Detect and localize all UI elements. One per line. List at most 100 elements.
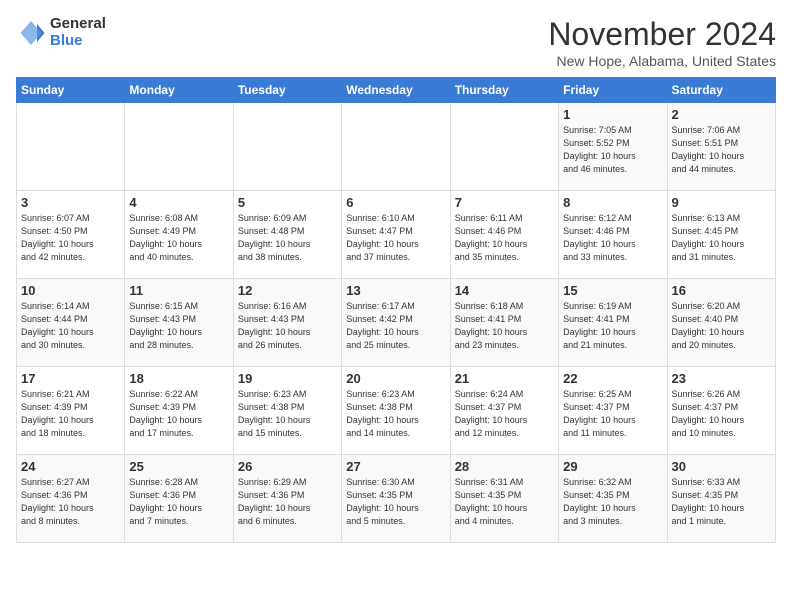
day-info: Sunrise: 6:20 AM Sunset: 4:40 PM Dayligh…: [672, 300, 771, 352]
calendar-day: 9 Sunrise: 6:13 AM Sunset: 4:45 PM Daylig…: [667, 191, 775, 279]
calendar-day: 18 Sunrise: 6:22 AM Sunset: 4:39 PM Dayli…: [125, 367, 233, 455]
title-block: November 2024 New Hope, Alabama, United …: [548, 16, 776, 69]
day-info: Sunrise: 6:22 AM Sunset: 4:39 PM Dayligh…: [129, 388, 228, 440]
day-number: 20: [346, 371, 445, 386]
day-info: Sunrise: 6:23 AM Sunset: 4:38 PM Dayligh…: [238, 388, 337, 440]
calendar-header: SundayMondayTuesdayWednesdayThursdayFrid…: [17, 78, 776, 103]
day-number: 13: [346, 283, 445, 298]
calendar-day: 24Sunrise: 6:27 AM Sunset: 4:36 PM Dayli…: [17, 455, 125, 543]
day-info: Sunrise: 6:23 AM Sunset: 4:38 PM Dayligh…: [346, 388, 445, 440]
day-number: 5: [238, 195, 337, 210]
day-number: 15: [563, 283, 662, 298]
calendar-day: 6 Sunrise: 6:10 AM Sunset: 4:47 PM Daylig…: [342, 191, 450, 279]
logo: General Blue: [16, 16, 106, 49]
day-number: 7: [455, 195, 554, 210]
day-info: Sunrise: 6:27 AM Sunset: 4:36 PM Dayligh…: [21, 476, 120, 528]
day-info: Sunrise: 6:07 AM Sunset: 4:50 PM Dayligh…: [21, 212, 120, 264]
day-number: 3: [21, 195, 120, 210]
day-info: Sunrise: 6:12 AM Sunset: 4:46 PM Dayligh…: [563, 212, 662, 264]
header-cell: Thursday: [450, 78, 558, 103]
day-number: 18: [129, 371, 228, 386]
calendar-day: 17 Sunrise: 6:21 AM Sunset: 4:39 PM Dayli…: [17, 367, 125, 455]
calendar-day: 5 Sunrise: 6:09 AM Sunset: 4:48 PM Daylig…: [233, 191, 341, 279]
calendar-day: 26Sunrise: 6:29 AM Sunset: 4:36 PM Dayli…: [233, 455, 341, 543]
day-number: 9: [672, 195, 771, 210]
day-info: Sunrise: 6:14 AM Sunset: 4:44 PM Dayligh…: [21, 300, 120, 352]
day-number: 1: [563, 107, 662, 122]
day-info: Sunrise: 6:11 AM Sunset: 4:46 PM Dayligh…: [455, 212, 554, 264]
day-info: Sunrise: 6:09 AM Sunset: 4:48 PM Dayligh…: [238, 212, 337, 264]
day-info: Sunrise: 6:26 AM Sunset: 4:37 PM Dayligh…: [672, 388, 771, 440]
location: New Hope, Alabama, United States: [548, 53, 776, 69]
calendar-day: 25 Sunrise: 6:28 AM Sunset: 4:36 PM Dayli…: [125, 455, 233, 543]
day-number: 14: [455, 283, 554, 298]
header-row: SundayMondayTuesdayWednesdayThursdayFrid…: [17, 78, 776, 103]
calendar-day: 28Sunrise: 6:31 AM Sunset: 4:35 PM Dayli…: [450, 455, 558, 543]
day-number: 12: [238, 283, 337, 298]
calendar-day: 14 Sunrise: 6:18 AM Sunset: 4:41 PM Dayli…: [450, 279, 558, 367]
day-number: 4: [129, 195, 228, 210]
logo-text: General Blue: [50, 16, 106, 49]
calendar-day: 21Sunrise: 6:24 AM Sunset: 4:37 PM Dayli…: [450, 367, 558, 455]
day-number: 23: [672, 371, 771, 386]
calendar-week: 17 Sunrise: 6:21 AM Sunset: 4:39 PM Dayli…: [17, 367, 776, 455]
day-number: 17: [21, 371, 120, 386]
calendar-week: 10 Sunrise: 6:14 AM Sunset: 4:44 PM Dayli…: [17, 279, 776, 367]
day-number: 2: [672, 107, 771, 122]
day-info: Sunrise: 6:32 AM Sunset: 4:35 PM Dayligh…: [563, 476, 662, 528]
day-number: 29: [563, 459, 662, 474]
page-header: General Blue November 2024 New Hope, Ala…: [16, 16, 776, 69]
day-info: Sunrise: 6:16 AM Sunset: 4:43 PM Dayligh…: [238, 300, 337, 352]
day-number: 21: [455, 371, 554, 386]
header-cell: Saturday: [667, 78, 775, 103]
day-number: 19: [238, 371, 337, 386]
day-info: Sunrise: 6:31 AM Sunset: 4:35 PM Dayligh…: [455, 476, 554, 528]
calendar-day: 3 Sunrise: 6:07 AM Sunset: 4:50 PM Daylig…: [17, 191, 125, 279]
calendar-day: 13 Sunrise: 6:17 AM Sunset: 4:42 PM Dayli…: [342, 279, 450, 367]
calendar-table: SundayMondayTuesdayWednesdayThursdayFrid…: [16, 77, 776, 543]
calendar-day: [125, 103, 233, 191]
day-number: 27: [346, 459, 445, 474]
day-info: Sunrise: 6:19 AM Sunset: 4:41 PM Dayligh…: [563, 300, 662, 352]
calendar-day: 8Sunrise: 6:12 AM Sunset: 4:46 PM Daylig…: [559, 191, 667, 279]
day-info: Sunrise: 6:25 AM Sunset: 4:37 PM Dayligh…: [563, 388, 662, 440]
day-info: Sunrise: 6:29 AM Sunset: 4:36 PM Dayligh…: [238, 476, 337, 528]
day-info: Sunrise: 6:18 AM Sunset: 4:41 PM Dayligh…: [455, 300, 554, 352]
calendar-day: 4 Sunrise: 6:08 AM Sunset: 4:49 PM Daylig…: [125, 191, 233, 279]
day-info: Sunrise: 6:21 AM Sunset: 4:39 PM Dayligh…: [21, 388, 120, 440]
header-cell: Friday: [559, 78, 667, 103]
day-number: 6: [346, 195, 445, 210]
calendar-day: 10 Sunrise: 6:14 AM Sunset: 4:44 PM Dayli…: [17, 279, 125, 367]
header-cell: Tuesday: [233, 78, 341, 103]
day-info: Sunrise: 6:30 AM Sunset: 4:35 PM Dayligh…: [346, 476, 445, 528]
day-info: Sunrise: 6:10 AM Sunset: 4:47 PM Dayligh…: [346, 212, 445, 264]
calendar-day: [450, 103, 558, 191]
day-number: 25: [129, 459, 228, 474]
calendar-day: 23 Sunrise: 6:26 AM Sunset: 4:37 PM Dayli…: [667, 367, 775, 455]
calendar-day: 27 Sunrise: 6:30 AM Sunset: 4:35 PM Dayli…: [342, 455, 450, 543]
calendar-day: 16 Sunrise: 6:20 AM Sunset: 4:40 PM Dayli…: [667, 279, 775, 367]
day-info: Sunrise: 7:06 AM Sunset: 5:51 PM Dayligh…: [672, 124, 771, 176]
calendar-day: 1Sunrise: 7:05 AM Sunset: 5:52 PM Daylig…: [559, 103, 667, 191]
calendar-week: 1Sunrise: 7:05 AM Sunset: 5:52 PM Daylig…: [17, 103, 776, 191]
logo-icon: [16, 18, 46, 48]
logo-blue: Blue: [50, 33, 106, 50]
calendar-day: 2 Sunrise: 7:06 AM Sunset: 5:51 PM Daylig…: [667, 103, 775, 191]
header-cell: Sunday: [17, 78, 125, 103]
day-info: Sunrise: 6:28 AM Sunset: 4:36 PM Dayligh…: [129, 476, 228, 528]
day-info: Sunrise: 6:13 AM Sunset: 4:45 PM Dayligh…: [672, 212, 771, 264]
day-info: Sunrise: 6:17 AM Sunset: 4:42 PM Dayligh…: [346, 300, 445, 352]
calendar-day: 20 Sunrise: 6:23 AM Sunset: 4:38 PM Dayli…: [342, 367, 450, 455]
calendar-day: 11 Sunrise: 6:15 AM Sunset: 4:43 PM Dayli…: [125, 279, 233, 367]
logo-general: General: [50, 16, 106, 33]
day-info: Sunrise: 6:15 AM Sunset: 4:43 PM Dayligh…: [129, 300, 228, 352]
day-info: Sunrise: 6:08 AM Sunset: 4:49 PM Dayligh…: [129, 212, 228, 264]
header-cell: Monday: [125, 78, 233, 103]
day-number: 10: [21, 283, 120, 298]
calendar-day: 15 Sunrise: 6:19 AM Sunset: 4:41 PM Dayli…: [559, 279, 667, 367]
calendar-week: 3 Sunrise: 6:07 AM Sunset: 4:50 PM Daylig…: [17, 191, 776, 279]
calendar-day: [233, 103, 341, 191]
day-number: 11: [129, 283, 228, 298]
day-number: 16: [672, 283, 771, 298]
month-title: November 2024: [548, 16, 776, 53]
